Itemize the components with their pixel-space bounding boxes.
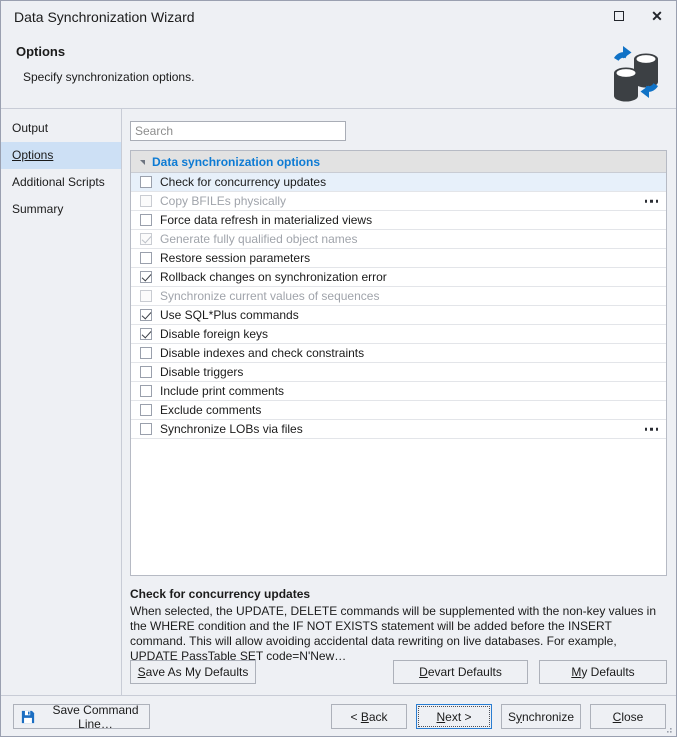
option-checkbox[interactable] <box>140 366 152 378</box>
option-label: Disable foreign keys <box>160 327 269 341</box>
option-row[interactable]: Disable foreign keys <box>131 325 666 344</box>
window-controls: ✕ <box>600 1 676 33</box>
synchronize-label: Synchronize <box>507 709 575 724</box>
option-label: Synchronize LOBs via files <box>160 422 303 436</box>
footer-navigation-buttons: < Back Next > Synchronize Close <box>331 704 666 729</box>
title-bar: Data Synchronization Wizard ✕ <box>1 1 676 33</box>
sidebar-item-output[interactable]: Output <box>1 115 121 142</box>
option-checkbox <box>140 290 152 302</box>
option-checkbox[interactable] <box>140 214 152 226</box>
data-synchronization-wizard-window: Data Synchronization Wizard ✕ Options Sp… <box>0 0 677 737</box>
synchronize-button[interactable]: Synchronize <box>501 704 581 729</box>
description-panel: Check for concurrency updates When selec… <box>130 587 667 664</box>
option-checkbox[interactable] <box>140 404 152 416</box>
page-header: Options Specify synchronization options. <box>1 33 676 109</box>
floppy-save-icon <box>21 710 35 723</box>
option-checkbox[interactable] <box>140 271 152 283</box>
option-row[interactable]: Generate fully qualified object names <box>131 230 666 249</box>
description-title: Check for concurrency updates <box>130 587 311 601</box>
option-label: Copy BFILEs physically <box>160 194 287 208</box>
my-defaults-button[interactable]: My Defaults <box>539 660 667 684</box>
body-area: Output Options Additional Scripts Summar… <box>1 109 676 697</box>
devart-defaults-label: Devart Defaults <box>419 665 502 679</box>
options-group-title: Data synchronization options <box>152 154 321 169</box>
option-checkbox[interactable] <box>140 328 152 340</box>
sidebar-item-summary[interactable]: Summary <box>1 196 121 223</box>
option-row[interactable]: Copy BFILEs physically <box>131 192 666 211</box>
option-more-icon[interactable] <box>644 199 658 203</box>
option-label: Generate fully qualified object names <box>160 232 358 246</box>
maximize-icon <box>614 11 624 21</box>
next-label: Next > <box>436 709 472 724</box>
option-checkbox <box>140 195 152 207</box>
database-sync-icon <box>614 46 658 102</box>
option-more-icon[interactable] <box>644 427 658 431</box>
page-title: Options <box>16 44 66 59</box>
sidebar-item-additional-scripts[interactable]: Additional Scripts <box>1 169 121 196</box>
option-checkbox[interactable] <box>140 423 152 435</box>
option-checkbox[interactable] <box>140 252 152 264</box>
option-row[interactable]: Check for concurrency updates <box>131 173 666 192</box>
save-command-line-button[interactable]: Save Command Line… <box>13 702 150 731</box>
option-label: Use SQL*Plus commands <box>160 308 299 322</box>
option-label: Exclude comments <box>160 403 262 417</box>
sidebar-item-options[interactable]: Options <box>1 142 121 169</box>
option-label: Disable indexes and check constraints <box>160 346 365 360</box>
maximize-button[interactable] <box>600 1 638 31</box>
options-group-header[interactable]: Data synchronization options <box>131 151 666 173</box>
save-command-line-label: Save Command Line… <box>52 702 139 731</box>
option-label: Force data refresh in materialized views <box>160 213 373 227</box>
next-button[interactable]: Next > <box>416 704 492 729</box>
close-button[interactable]: ✕ <box>638 1 676 31</box>
option-row[interactable]: Synchronize current values of sequences <box>131 287 666 306</box>
option-checkbox[interactable] <box>140 176 152 188</box>
back-button[interactable]: < Back <box>331 704 407 729</box>
sidebar-item-label: Output <box>12 121 49 135</box>
option-label: Rollback changes on synchronization erro… <box>160 270 387 284</box>
option-row[interactable]: Disable triggers <box>131 363 666 382</box>
back-label: < Back <box>350 709 388 724</box>
devart-defaults-button[interactable]: Devart Defaults <box>393 660 528 684</box>
close-icon: ✕ <box>651 8 663 24</box>
sidebar-item-label: Options <box>12 148 54 162</box>
option-checkbox[interactable] <box>140 385 152 397</box>
save-as-my-defaults-label: Save As My Defaults <box>137 665 249 679</box>
defaults-button-row: Save As My Defaults Devart Defaults My D… <box>130 660 667 684</box>
close-dialog-button[interactable]: Close <box>590 704 666 729</box>
option-row[interactable]: Rollback changes on synchronization erro… <box>131 268 666 287</box>
option-row[interactable]: Restore session parameters <box>131 249 666 268</box>
option-label: Synchronize current values of sequences <box>160 289 380 303</box>
option-checkbox <box>140 233 152 245</box>
options-rows: Check for concurrency updates Copy BFILEs… <box>131 173 666 439</box>
option-row[interactable]: Force data refresh in materialized views <box>131 211 666 230</box>
sidebar-item-label: Summary <box>12 202 64 216</box>
page-subtitle: Specify synchronization options. <box>23 70 195 84</box>
option-label: Check for concurrency updates <box>160 175 327 189</box>
option-label: Disable triggers <box>160 365 244 379</box>
option-row[interactable]: Use SQL*Plus commands <box>131 306 666 325</box>
option-label: Restore session parameters <box>160 251 311 265</box>
option-row[interactable]: Include print comments <box>131 382 666 401</box>
option-row[interactable]: Exclude comments <box>131 401 666 420</box>
search-input[interactable] <box>130 121 346 141</box>
options-pane: Data synchronization options Check for c… <box>122 109 676 697</box>
option-row[interactable]: Synchronize LOBs via files <box>131 420 666 439</box>
description-text: When selected, the UPDATE, DELETE comman… <box>130 604 657 663</box>
option-label: Include print comments <box>160 384 285 398</box>
my-defaults-label: My Defaults <box>571 665 635 679</box>
option-row[interactable]: Disable indexes and check constraints <box>131 344 666 363</box>
sidebar-item-label: Additional Scripts <box>12 175 105 189</box>
window-title: Data Synchronization Wizard <box>14 9 195 25</box>
chevron-collapse-icon <box>140 160 145 165</box>
options-list: Data synchronization options Check for c… <box>130 150 667 576</box>
save-as-my-defaults-button[interactable]: Save As My Defaults <box>130 660 256 684</box>
option-checkbox[interactable] <box>140 347 152 359</box>
close-label: Close <box>612 709 644 724</box>
resize-grip-icon[interactable] <box>663 724 673 734</box>
wizard-step-sidebar: Output Options Additional Scripts Summar… <box>1 109 122 697</box>
option-checkbox[interactable] <box>140 309 152 321</box>
footer-bar: Save Command Line… < Back Next > Synchro… <box>1 695 676 736</box>
